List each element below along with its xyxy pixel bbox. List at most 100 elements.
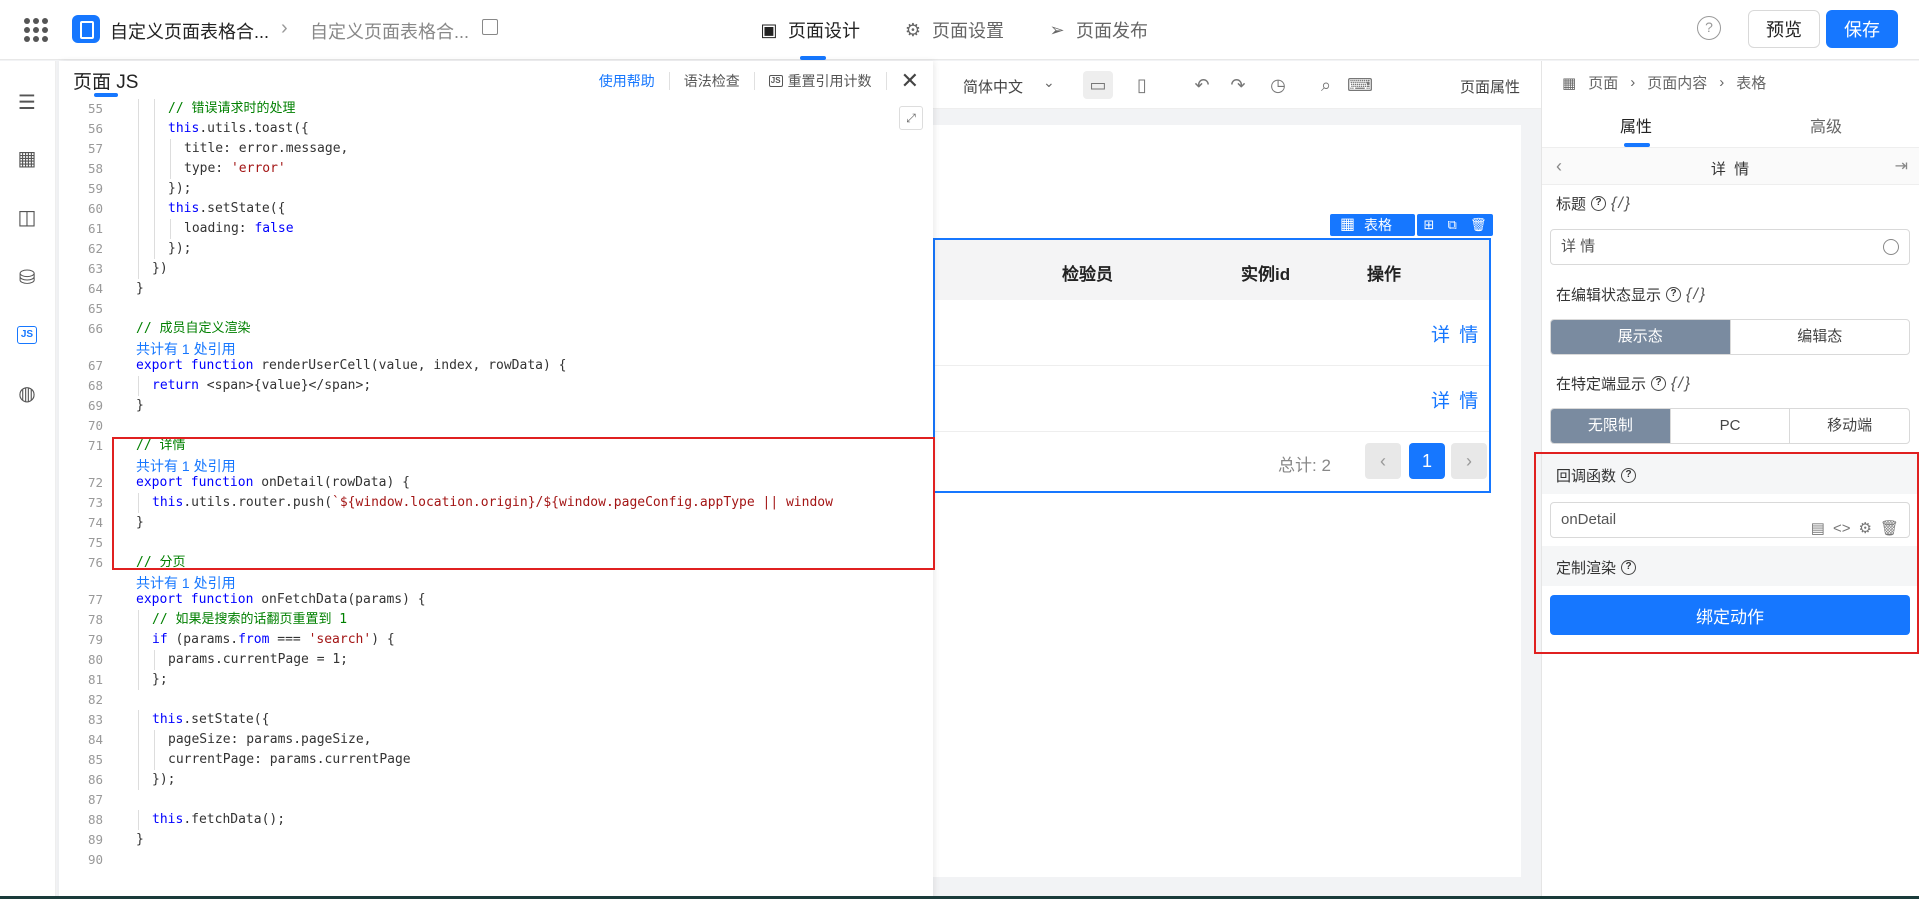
breadcrumb-item[interactable]: 页面 (1588, 72, 1618, 93)
app-grid-icon[interactable] (24, 18, 48, 42)
table-selection-tag[interactable]: 表格 (1330, 214, 1415, 236)
indent-guide (138, 259, 139, 279)
help-icon[interactable]: ? (1591, 196, 1607, 211)
line-number: 88 (87, 812, 103, 827)
line-number: 71 (87, 438, 103, 453)
mobile-icon[interactable]: ▯ (1127, 71, 1157, 99)
sub-header: ‹ 详 情 ⇥ (1542, 147, 1919, 185)
globe-icon[interactable]: ◍ (15, 382, 39, 406)
save-button[interactable]: 保存 (1826, 10, 1898, 48)
search-icon[interactable]: ⌕ (1311, 71, 1341, 99)
field-label: 定制渲染 (1556, 560, 1617, 577)
history-icon[interactable]: ◷ (1263, 71, 1293, 99)
help-icon[interactable]: ? (1621, 468, 1637, 483)
code-text: this.fetchData(); (152, 812, 286, 827)
code-text: export function renderUserCell(value, in… (136, 358, 567, 373)
add-icon[interactable]: ⊞ (1424, 217, 1435, 233)
gear-icon[interactable]: ⚙ (1859, 512, 1872, 546)
globe-icon[interactable] (1883, 239, 1899, 255)
variable-icon[interactable]: {/} (1611, 195, 1632, 213)
datasource-icon[interactable]: ⛁ (15, 266, 39, 290)
line-number: 55 (87, 101, 103, 116)
segment-option[interactable]: 移动端 (1790, 409, 1909, 443)
page-properties-button[interactable]: 页面属性 (1460, 76, 1520, 97)
code-line: 89} (59, 830, 933, 850)
code-line: 87 (59, 790, 933, 810)
chevron-right-icon: › (1630, 74, 1636, 91)
line-number: 68 (87, 378, 103, 393)
language-select[interactable]: 简体中文 (963, 76, 1023, 97)
undo-icon[interactable]: ↶ (1187, 71, 1217, 99)
code-line: 75 (59, 533, 933, 553)
exit-icon[interactable]: ⇥ (1895, 156, 1908, 176)
tab-advanced[interactable]: 高级 (1810, 113, 1842, 137)
segment-option[interactable]: PC (1671, 409, 1791, 443)
title-input[interactable]: 详 情 (1550, 229, 1910, 265)
code-icon[interactable]: <> (1833, 512, 1851, 546)
tab-properties[interactable]: 属性 (1620, 113, 1652, 137)
variable-icon[interactable]: {/} (1686, 286, 1707, 304)
outline-tree-icon[interactable]: ☰ (15, 91, 39, 115)
reset-ref-count-button[interactable]: JS 重置引用计数 (755, 72, 887, 90)
delete-icon[interactable]: 🗑 (1470, 217, 1487, 233)
next-page-button[interactable]: › (1451, 443, 1487, 479)
panel-title: 页面 JS (73, 72, 139, 93)
line-number: 86 (87, 772, 103, 787)
list-icon[interactable]: ▤ (1811, 512, 1825, 546)
code-text: }); (152, 772, 176, 787)
code-text: }) (152, 261, 168, 276)
code-line: 65 (59, 299, 933, 319)
segment-option[interactable]: 展示态 (1551, 320, 1731, 354)
desktop-icon[interactable]: ▭ (1083, 71, 1113, 99)
keyboard-icon[interactable]: ⌨ (1345, 71, 1375, 99)
bind-action-button[interactable]: 绑定动作 (1550, 595, 1910, 635)
table-tools: ⊞ ⧉ 🗑 (1417, 214, 1493, 236)
tab-page-settings[interactable]: ⚙ 页面设置 (904, 0, 1004, 60)
indent-guide (138, 610, 139, 630)
help-icon[interactable]: ? (1651, 376, 1667, 391)
code-actions: 使用帮助 语法检查 JS 重置引用计数 ✕ (585, 61, 933, 101)
preview-button[interactable]: 预览 (1748, 10, 1820, 48)
tab-page-design[interactable]: ▣ 页面设计 (760, 0, 860, 60)
detail-link[interactable]: 详 情 (1431, 320, 1480, 347)
segment-option[interactable]: 编辑态 (1731, 320, 1910, 354)
code-line: 62}); (59, 239, 933, 259)
layout-icon[interactable]: ◫ (15, 206, 39, 230)
detail-link[interactable]: 详 情 (1431, 386, 1480, 413)
usage-help-link[interactable]: 使用帮助 (585, 72, 670, 90)
tab-page-publish[interactable]: ➢ 页面发布 (1048, 0, 1148, 60)
code-editor[interactable]: 55 // 错误请求时的处理 56 this.utils.toast({57 title… (59, 99, 933, 899)
left-rail: ☰ ▦ ◫ ⛁ JS ◍ (0, 61, 56, 899)
copy-icon[interactable]: ⧉ (1448, 217, 1457, 233)
redo-icon[interactable]: ↷ (1223, 71, 1253, 99)
lint-button[interactable]: 语法检查 (670, 72, 755, 90)
app-name[interactable]: 自定义页面表格合... (110, 18, 269, 44)
chevron-down-icon[interactable]: ⌄ (1043, 74, 1055, 91)
callback-input[interactable]: onDetail ▤ <> ⚙ 🗑 (1550, 502, 1910, 538)
indent-guide (138, 770, 139, 790)
js-icon[interactable]: JS (17, 326, 37, 344)
prev-page-button[interactable]: ‹ (1365, 443, 1401, 479)
line-number: 57 (87, 141, 103, 156)
edit-state-label-row: 在编辑状态显示 ? {/} (1556, 284, 1707, 305)
help-icon[interactable]: ? (1621, 560, 1637, 575)
breadcrumb-item[interactable]: 表格 (1736, 72, 1766, 93)
code-line: 55 // 错误请求时的处理 (59, 99, 933, 119)
indent-guide (154, 179, 155, 199)
components-grid-icon[interactable]: ▦ (15, 147, 39, 171)
indent-guide (138, 119, 139, 139)
callback-tools: ▤ <> ⚙ 🗑 (1811, 512, 1899, 546)
close-icon[interactable]: ✕ (887, 70, 933, 92)
page-number-button[interactable]: 1 (1409, 443, 1445, 479)
reset-ref-count-label: 重置引用计数 (787, 73, 872, 89)
code-line: 68 return <span>{value}</span>; (59, 376, 933, 396)
segment-option[interactable]: 无限制 (1551, 409, 1671, 443)
trash-icon[interactable]: 🗑 (1880, 512, 1899, 546)
edit-icon[interactable] (482, 19, 498, 35)
help-icon[interactable]: ? (1666, 287, 1682, 302)
help-icon[interactable]: ? (1697, 16, 1721, 40)
line-number: 80 (87, 652, 103, 667)
code-line: 79 if (params.from === 'search') { (59, 630, 933, 650)
variable-icon[interactable]: {/} (1671, 375, 1692, 393)
breadcrumb-item[interactable]: 页面内容 (1647, 72, 1707, 93)
